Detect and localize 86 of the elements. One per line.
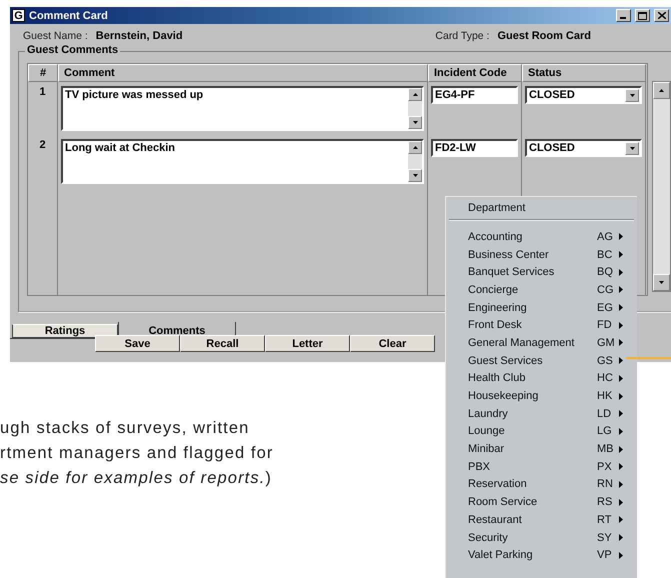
field-label: Card Type : (435, 30, 490, 42)
comment-field[interactable]: TV picture was messed up (61, 86, 424, 131)
menu-item[interactable]: Restaurant RT (446, 511, 637, 529)
menu-item[interactable]: Security SY (446, 528, 637, 546)
column-header: Status (522, 64, 646, 82)
submenu-arrow-icon (619, 251, 623, 258)
menu-item[interactable]: Minibar MB (446, 440, 637, 458)
submenu-arrow-icon (619, 410, 623, 418)
submenu-arrow-icon (619, 552, 623, 559)
menu-item[interactable]: Laundry LD (446, 404, 637, 423)
action-button[interactable]: Letter (265, 335, 350, 352)
submenu-arrow-icon (619, 463, 623, 470)
scroll-up-button[interactable] (408, 88, 422, 101)
menu-item[interactable]: Reservation RN (446, 476, 637, 494)
tab[interactable]: Ratings (12, 324, 118, 338)
scroll-down-button[interactable] (408, 116, 422, 129)
menu-item[interactable]: Engineering EG (446, 298, 637, 316)
up-arrow-icon (412, 146, 418, 149)
incident-code-field[interactable]: EG4-PF (431, 86, 518, 104)
up-arrow-icon (412, 93, 418, 96)
submenu-arrow-icon (619, 498, 623, 506)
minimize-button[interactable] (616, 9, 631, 22)
dropdown-button[interactable] (625, 88, 639, 102)
submenu-arrow-icon (619, 286, 623, 294)
guest-name: Bernstein, David (96, 30, 183, 42)
menu-item[interactable]: Room Service RS (446, 493, 637, 511)
row-number: 1 (28, 82, 58, 135)
submenu-arrow-icon (619, 446, 623, 453)
submenu-arrow-icon (619, 233, 623, 240)
close-button[interactable] (654, 9, 669, 22)
submenu-arrow-icon (619, 428, 623, 435)
menu-item[interactable]: Lounge LG (446, 422, 637, 440)
status-dropdown[interactable]: CLOSED (525, 139, 642, 157)
submenu-arrow-icon (619, 268, 623, 276)
menu-item[interactable]: Front Desk FD (446, 316, 637, 334)
menu-item[interactable]: General Management GM (446, 334, 637, 352)
action-button[interactable]: Recall (180, 335, 265, 352)
submenu-arrow-icon (619, 516, 623, 524)
dropdown-button[interactable] (625, 142, 639, 154)
down-arrow-icon (659, 281, 664, 284)
scroll-down-button[interactable] (408, 169, 422, 182)
scroll-up-button[interactable] (408, 141, 422, 154)
close-icon (658, 12, 666, 19)
down-arrow-icon (412, 174, 418, 177)
menu-item[interactable]: Business Center BC (446, 246, 637, 264)
down-arrow-icon (630, 94, 634, 96)
menu-item[interactable]: Concierge CG (446, 281, 637, 299)
body-text: se side for examples of reports.) (0, 468, 272, 489)
submenu-arrow-icon (619, 374, 623, 382)
submenu-arrow-icon (619, 392, 623, 400)
incident-code-field[interactable]: FD2-LW (431, 139, 518, 157)
body-text: ugh stacks of surveys, written (0, 418, 250, 439)
card-type: Guest Room Card (497, 30, 591, 42)
column-header: # (28, 64, 58, 82)
down-arrow-icon (630, 146, 634, 150)
status-dropdown[interactable]: CLOSED (525, 86, 642, 104)
submenu-arrow-icon (619, 304, 623, 312)
app-logo: G (12, 9, 25, 22)
up-arrow-icon (659, 89, 664, 92)
menu-title: Department (467, 201, 526, 216)
row-number: 2 (28, 135, 58, 188)
menu-item[interactable]: Guest Services GS (446, 352, 637, 370)
body-text: rtment managers and flagged for (0, 443, 274, 464)
group-title: Guest Comments (25, 44, 120, 56)
menu-item[interactable]: Banquet Services BQ (446, 263, 637, 282)
submenu-arrow-icon (619, 534, 623, 542)
menu-item[interactable]: Housekeeping HK (446, 387, 637, 405)
menu-item[interactable]: Valet Parking VP (446, 546, 637, 564)
action-button[interactable]: Save (95, 335, 180, 352)
vertical-scrollbar[interactable] (652, 81, 671, 292)
column-header: Comment (58, 64, 428, 82)
comment-field[interactable]: Long wait at Checkin (61, 139, 424, 184)
column-header: Incident Code (428, 64, 522, 82)
menu-item[interactable]: Health Club HC (446, 370, 637, 388)
menu-item[interactable]: Accounting AG (446, 228, 637, 246)
field-label: Guest Name : (23, 30, 88, 42)
down-arrow-icon (412, 121, 418, 124)
action-button[interactable]: Clear (350, 335, 435, 352)
submenu-arrow-icon (619, 480, 623, 488)
window-title: Comment Card (29, 10, 109, 22)
submenu-arrow-icon (619, 322, 623, 329)
submenu-arrow-icon (619, 357, 623, 364)
submenu-arrow-icon (619, 339, 623, 346)
maximize-button[interactable] (635, 9, 650, 22)
maximize-icon (638, 12, 647, 20)
menu-item[interactable]: PBX PX (446, 458, 637, 476)
